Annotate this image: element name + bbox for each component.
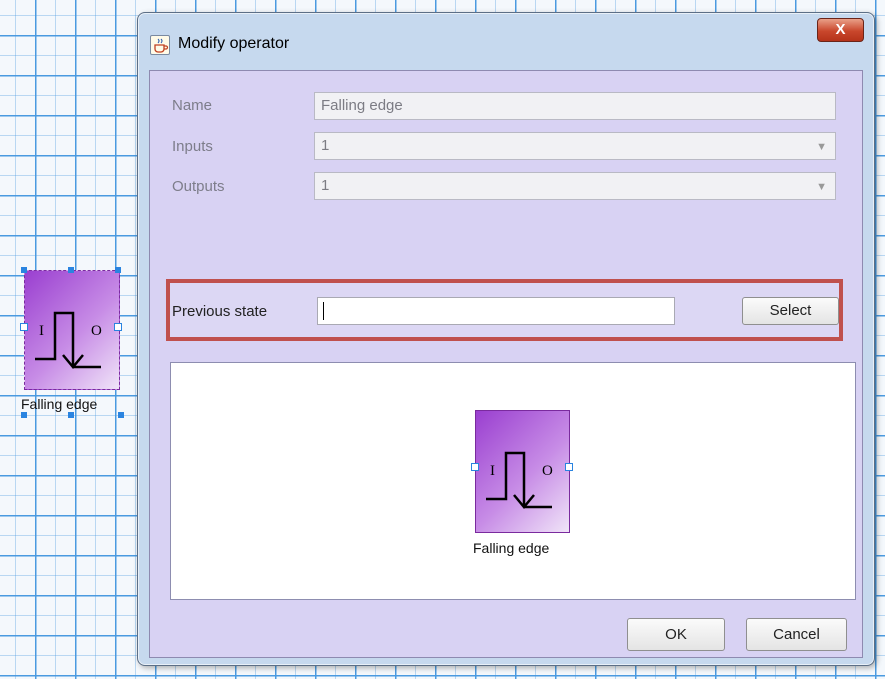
modify-operator-dialog: Modify operator X Name Falling edge Inpu…	[137, 12, 875, 666]
preview-operator-label: Falling edge	[473, 540, 550, 556]
input-port[interactable]	[20, 323, 28, 331]
java-cup-icon	[150, 35, 170, 55]
previous-state-row: Previous state Select	[166, 279, 843, 341]
outputs-value: 1	[321, 177, 330, 194]
operator-label: Falling edge	[21, 396, 98, 412]
inputs-value: 1	[321, 137, 330, 154]
preview-input-port-letter: I	[490, 463, 495, 479]
ok-button[interactable]: OK	[627, 618, 725, 651]
resize-handle-br[interactable]	[118, 412, 124, 418]
preview-operator-block: I O	[475, 410, 570, 533]
canvas-operator-falling-edge[interactable]: I O Falling edge	[20, 267, 124, 418]
resize-handle-tr[interactable]	[115, 267, 121, 273]
preview-output-port	[565, 463, 573, 471]
inputs-dropdown[interactable]: 1 ▼	[314, 132, 836, 160]
output-port[interactable]	[114, 323, 122, 331]
dialog-content: Name Falling edge Inputs 1 ▼ Outputs 1 ▼…	[149, 70, 863, 658]
resize-handle-bl[interactable]	[21, 412, 27, 418]
falling-edge-symbol-icon: I O	[35, 311, 102, 369]
cancel-button[interactable]: Cancel	[746, 618, 847, 651]
output-port-letter: O	[91, 323, 102, 339]
resize-handle-bm[interactable]	[68, 412, 74, 418]
falling-edge-symbol-icon: I O	[486, 451, 553, 509]
dialog-title: Modify operator	[178, 35, 290, 52]
resize-handle-tm[interactable]	[68, 267, 74, 273]
previous-state-input[interactable]	[317, 297, 675, 325]
preview-operator: I O Falling edge	[471, 410, 575, 560]
outputs-label: Outputs	[172, 178, 225, 195]
name-value: Falling edge	[321, 97, 403, 114]
title-bar[interactable]: Modify operator X	[138, 13, 874, 70]
name-label: Name	[172, 97, 213, 114]
chevron-down-icon: ▼	[816, 141, 827, 153]
operator-preview: I O Falling edge	[170, 362, 856, 600]
preview-input-port	[471, 463, 479, 471]
resize-handle-tl[interactable]	[21, 267, 27, 273]
select-button[interactable]: Select	[742, 297, 839, 325]
close-button[interactable]: X	[817, 18, 864, 42]
outputs-dropdown[interactable]: 1 ▼	[314, 172, 836, 200]
inputs-label: Inputs	[172, 138, 213, 155]
name-field[interactable]: Falling edge	[314, 92, 836, 120]
chevron-down-icon: ▼	[816, 181, 827, 193]
input-port-letter: I	[39, 323, 44, 339]
text-caret	[323, 302, 324, 320]
preview-output-port-letter: O	[542, 463, 553, 479]
previous-state-label: Previous state	[172, 303, 268, 320]
operator-block[interactable]: I O	[24, 270, 120, 390]
